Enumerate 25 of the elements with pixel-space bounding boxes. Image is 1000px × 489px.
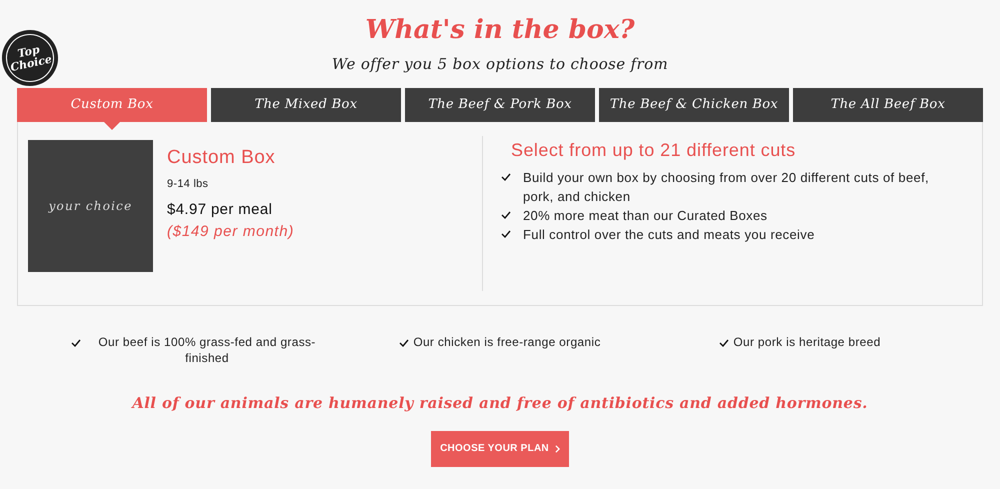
- check-icon: [399, 338, 410, 348]
- tab-pointer: [104, 122, 120, 130]
- box-tab[interactable]: The Beef & Pork Box: [405, 88, 595, 122]
- tagline: All of our animals are humanely raised and free of antibiotics and added hormones.: [130, 393, 869, 414]
- check-icon: [501, 172, 511, 182]
- box-weight: 9-14 lbs: [167, 177, 210, 192]
- price-per-meal: $4.97 per meal: [167, 200, 274, 220]
- monthly-price: ($149 per month): [167, 222, 294, 242]
- feature-text: Full control over the cuts and meats you receive: [523, 226, 815, 244]
- box-tab[interactable]: The Mixed Box: [211, 88, 401, 122]
- chevron-right-icon: [554, 444, 560, 452]
- subtitle: We offer you 5 box options to choose from: [332, 54, 668, 74]
- box-tab[interactable]: The Beef & Chicken Box: [599, 88, 789, 122]
- check-icon: [70, 338, 80, 348]
- feature-text: Build your own box by choosing from over 20 different cuts of beef, pork, and chicken: [523, 169, 930, 206]
- highlight-text: Our chicken is free-range organic: [413, 334, 601, 350]
- box-tab[interactable]: The All Beef Box: [793, 88, 983, 122]
- check-icon: [719, 338, 730, 348]
- page-title: What's in the box?: [365, 14, 635, 47]
- box-name: Custom Box: [167, 146, 276, 170]
- cuts-heading: Select from up to 21 different cuts: [511, 139, 797, 162]
- highlight-text: Our pork is heritage breed: [733, 334, 881, 350]
- your-choice-image: your choice: [28, 140, 153, 272]
- highlight-text: Our beef is 100% grass-fed and grass-finished: [97, 334, 317, 366]
- feature-text: 20% more meat than our Curated Boxes: [523, 207, 768, 225]
